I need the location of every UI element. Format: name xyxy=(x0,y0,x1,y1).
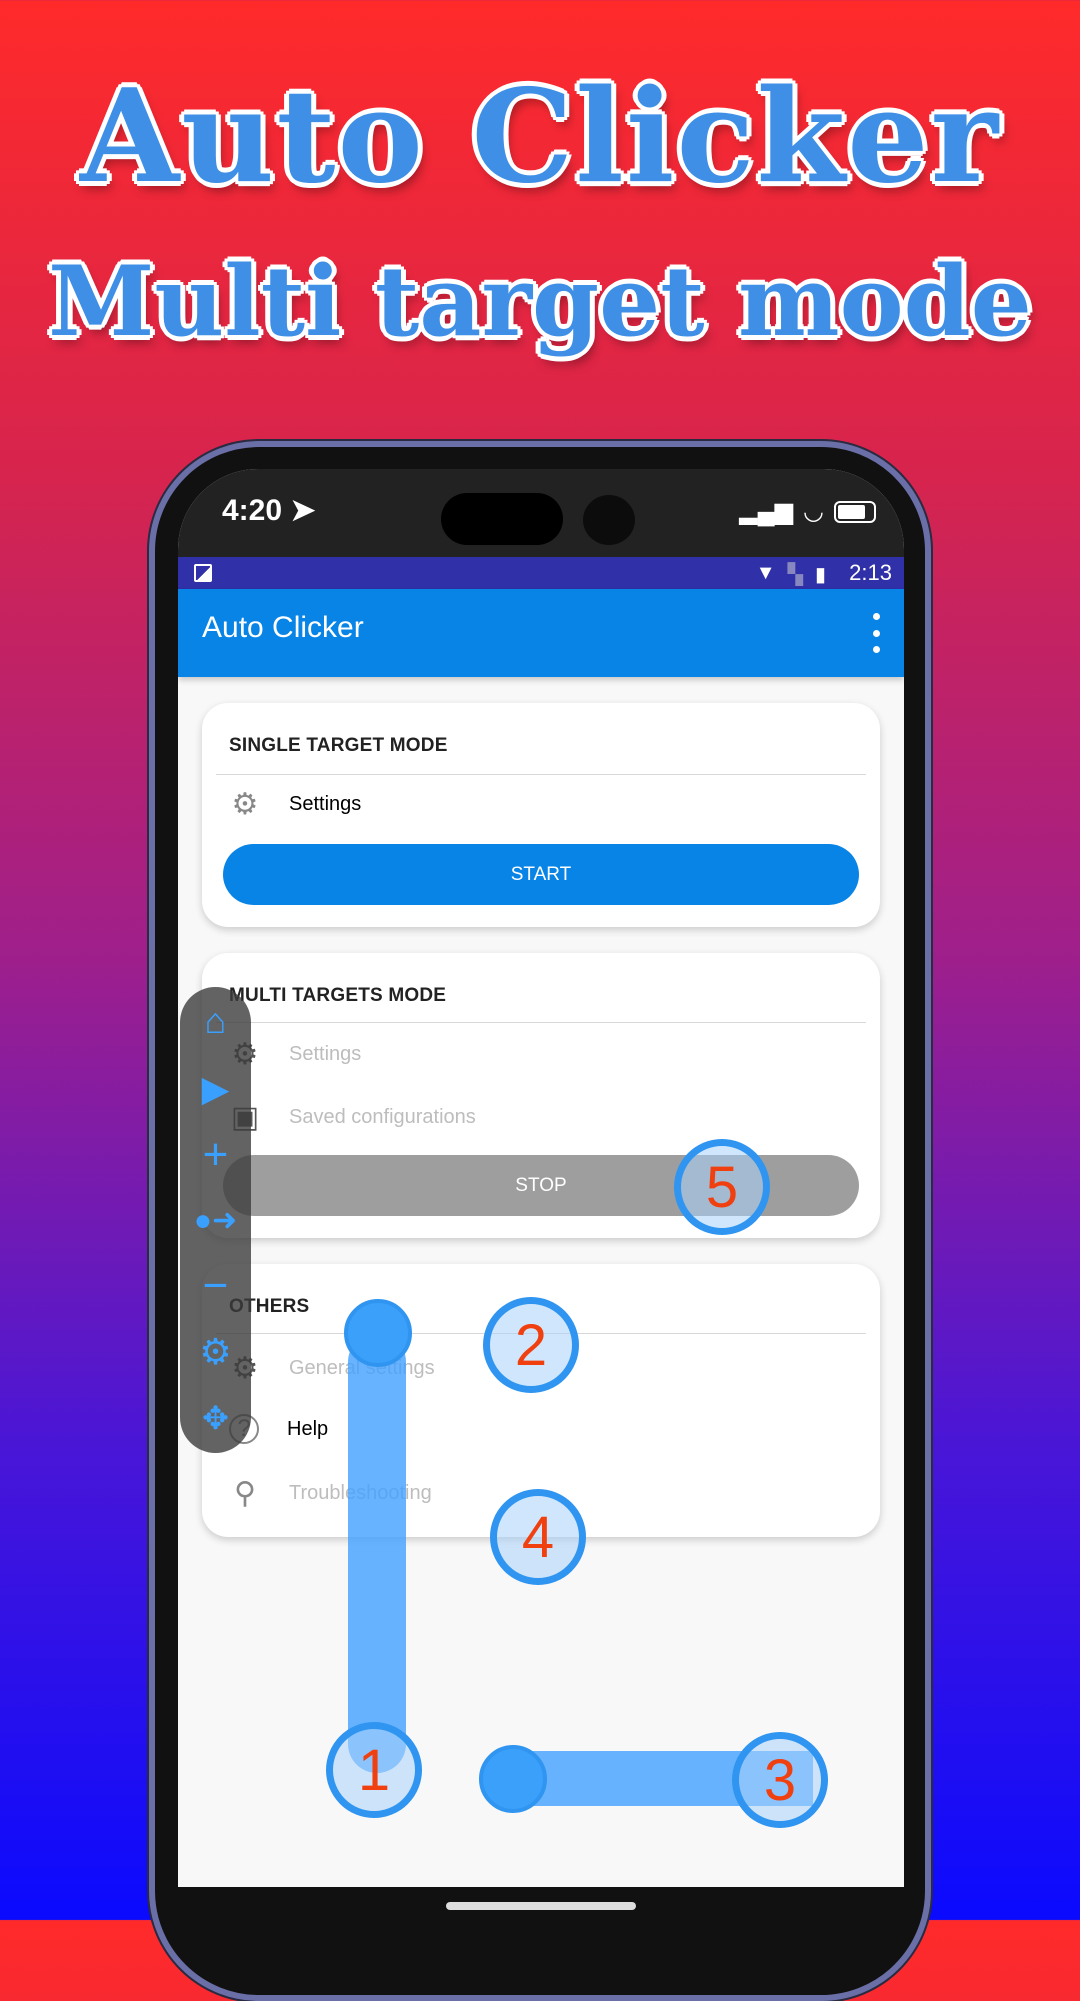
floating-control-toolbar: ⌂ ▶ + ●➜ − ⚙ ✥ xyxy=(180,987,251,1453)
signal-icon: ▂▄▆ xyxy=(739,498,794,525)
target-2[interactable]: 2 xyxy=(483,1297,579,1393)
card-title: MULTI TARGETS MODE xyxy=(229,985,447,1006)
wifi-icon: ◡ xyxy=(803,498,824,525)
android-status-bar: ▼ ▚ ▮ 2:13 xyxy=(178,557,904,589)
headline-subtitle: Multi target mode xyxy=(48,245,1032,358)
android-status-icons: ▼ ▚ ▮ xyxy=(756,562,826,587)
battery-icon: ▮ xyxy=(814,564,826,586)
gear-icon: ⚙ xyxy=(231,787,259,821)
no-sim-icon: ▚ xyxy=(787,564,803,586)
battery-icon xyxy=(834,500,876,523)
android-time: 2:13 xyxy=(849,560,892,585)
image-notification-icon xyxy=(194,564,212,582)
swipe-start-handle[interactable] xyxy=(344,1299,412,1367)
app-title: Auto Clicker xyxy=(202,611,364,644)
target-1[interactable]: 1 xyxy=(326,1722,422,1818)
saved-configurations-label: Saved configurations xyxy=(289,1105,476,1128)
wifi-icon: ▼ xyxy=(755,562,776,584)
multi-targets-card: MULTI TARGETS MODE ⚙ Settings ▣ Saved co… xyxy=(202,953,880,1238)
play-icon[interactable]: ▶ xyxy=(180,1069,251,1109)
start-button[interactable]: START xyxy=(223,844,859,905)
phone-screen: 4:20 ➤ ▂▄▆ ◡ ▼ ▚ ▮ 2:13 Auto Clicker SIN… xyxy=(178,469,904,1887)
target-5[interactable]: 5 xyxy=(674,1139,770,1235)
add-target-icon[interactable]: + xyxy=(180,1133,251,1177)
single-settings-row[interactable]: ⚙ Settings xyxy=(229,787,362,821)
headline-title: Auto Clicker xyxy=(79,62,1001,212)
settings-label: Settings xyxy=(289,1042,362,1065)
more-options-icon[interactable] xyxy=(870,613,882,653)
add-swipe-icon[interactable]: ●➜ xyxy=(180,1201,251,1241)
ios-time: 4:20 ➤ xyxy=(222,493,316,528)
troubleshooting-magnifier-icon: ⚲ xyxy=(234,1476,256,1510)
move-icon[interactable]: ✥ xyxy=(180,1398,251,1438)
app-bar: Auto Clicker xyxy=(178,589,904,677)
remove-target-icon[interactable]: − xyxy=(180,1264,251,1308)
ios-time-text: 4:20 xyxy=(222,494,283,527)
home-indicator[interactable] xyxy=(446,1902,636,1910)
camera xyxy=(583,495,635,545)
saved-configurations-row[interactable]: ▣ Saved configurations xyxy=(229,1101,476,1134)
swipe-path-1 xyxy=(348,1333,406,1773)
settings-label: Settings xyxy=(289,792,362,815)
swipe-start-handle[interactable] xyxy=(479,1745,547,1813)
home-icon[interactable]: ⌂ xyxy=(180,1001,251,1041)
help-label: Help xyxy=(287,1417,329,1440)
target-3[interactable]: 3 xyxy=(732,1732,828,1828)
ios-status-bar: 4:20 ➤ ▂▄▆ ◡ xyxy=(178,469,904,557)
single-target-card: SINGLE TARGET MODE ⚙ Settings START xyxy=(202,703,880,927)
dynamic-island xyxy=(441,493,563,545)
location-arrow-icon: ➤ xyxy=(290,494,316,527)
card-title: SINGLE TARGET MODE xyxy=(229,735,448,756)
gear-icon[interactable]: ⚙ xyxy=(180,1332,251,1372)
ios-status-icons: ▂▄▆ ◡ xyxy=(739,497,876,526)
divider xyxy=(216,1022,866,1023)
divider xyxy=(216,774,866,775)
target-4[interactable]: 4 xyxy=(490,1489,586,1585)
